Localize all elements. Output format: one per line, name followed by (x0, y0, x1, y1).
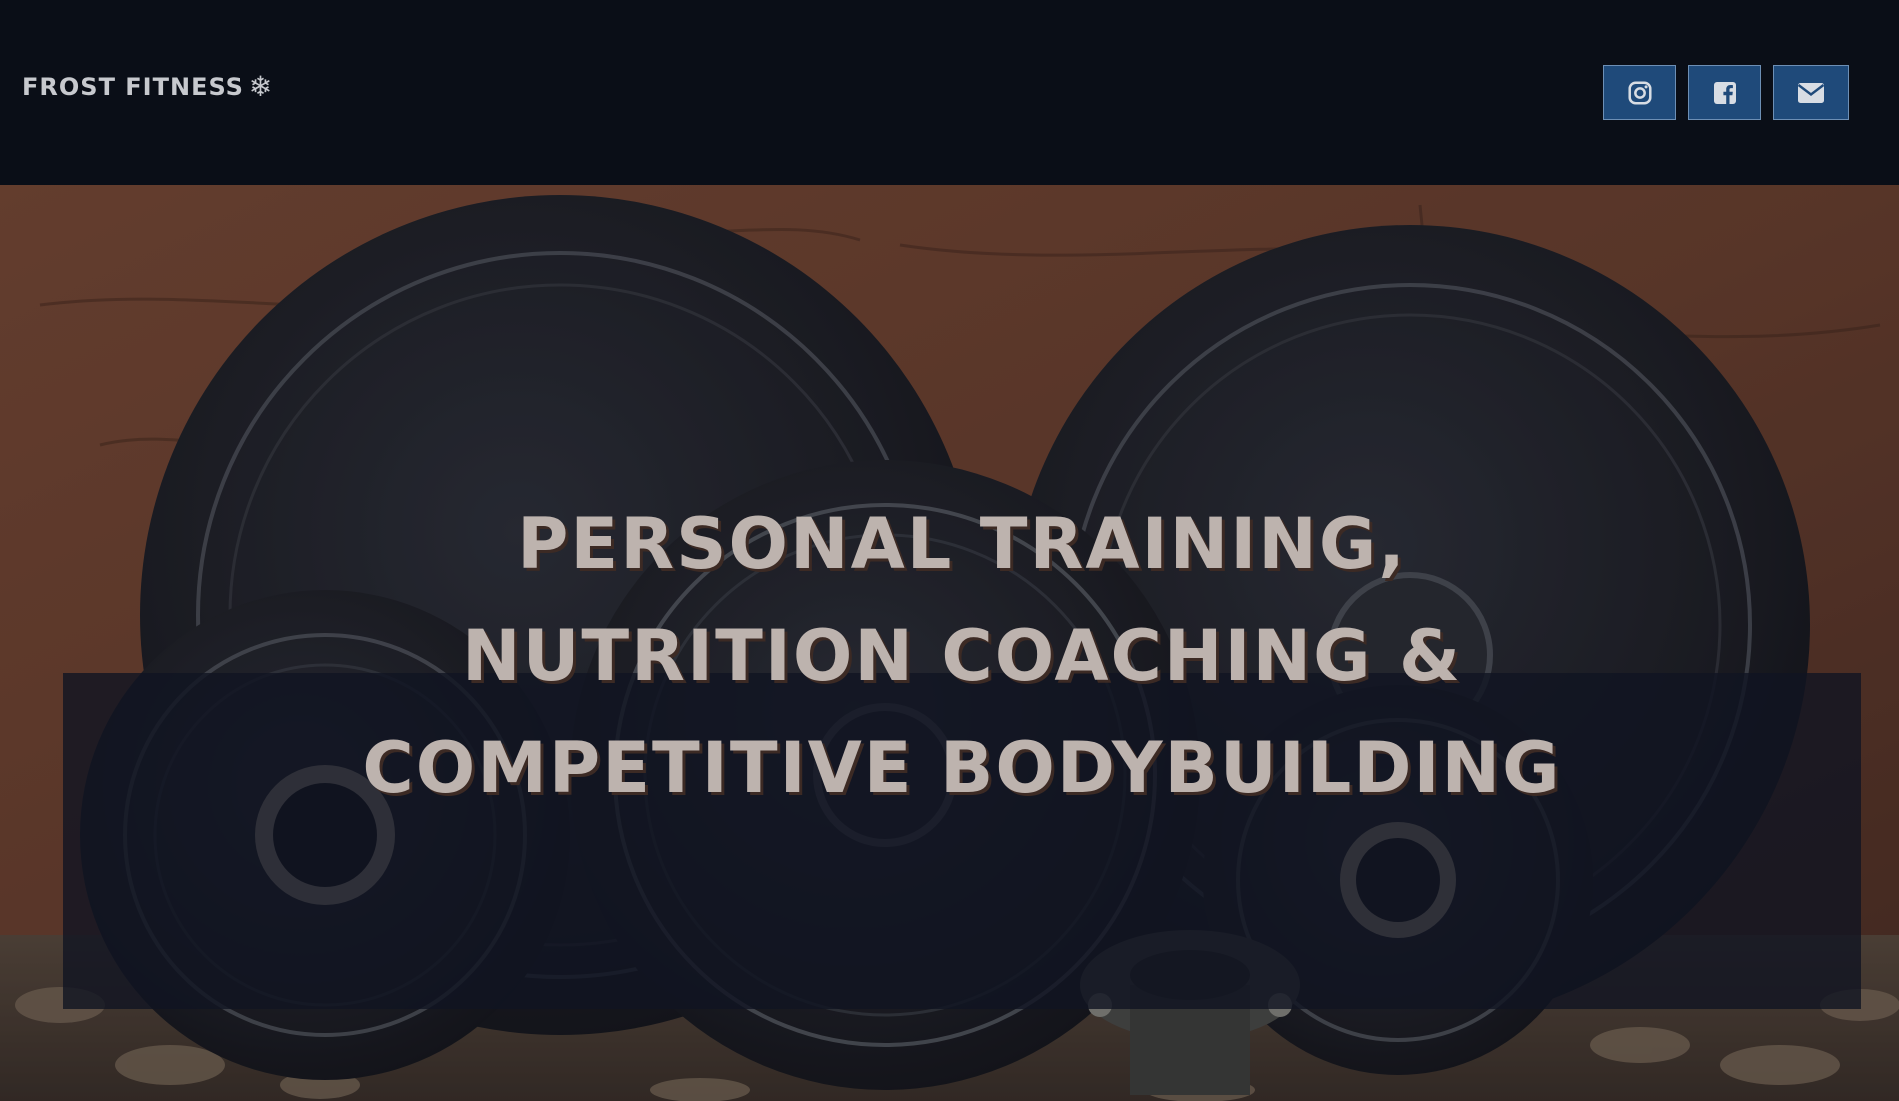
hero-headline: PERSONAL TRAINING, NUTRITION COACHING & … (63, 488, 1861, 824)
email-button[interactable] (1773, 65, 1849, 120)
envelope-icon (1797, 82, 1825, 103)
instagram-button[interactable] (1603, 65, 1676, 120)
headline-line-2: NUTRITION COACHING & (461, 615, 1462, 697)
instagram-icon (1627, 80, 1652, 105)
facebook-icon (1713, 81, 1736, 104)
headline-line-3: COMPETITIVE BODYBUILDING (362, 727, 1562, 809)
logo-text: FROST FITNESS (22, 73, 244, 101)
snowflake-icon: ❄ (248, 70, 274, 103)
facebook-button[interactable] (1688, 65, 1761, 120)
site-header: FROST FITNESS ❄ (0, 0, 1899, 185)
headline-container: PERSONAL TRAINING, NUTRITION COACHING & … (63, 488, 1861, 824)
headline-line-1: PERSONAL TRAINING, (517, 503, 1407, 585)
logo[interactable]: FROST FITNESS ❄ (22, 72, 276, 102)
